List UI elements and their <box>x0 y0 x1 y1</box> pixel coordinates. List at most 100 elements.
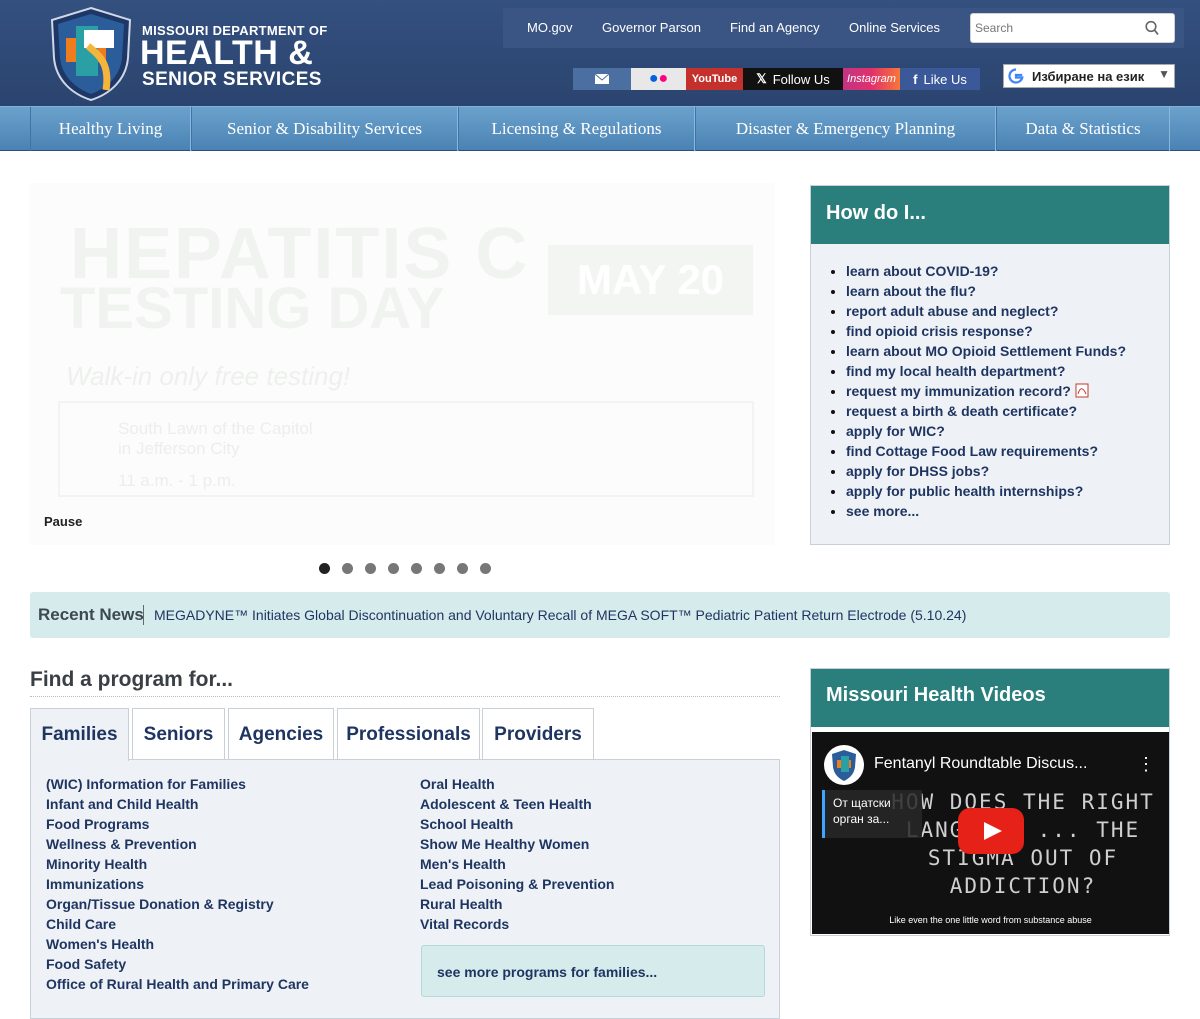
howdo-item-jobs[interactable]: apply for DHSS jobs? <box>846 461 1126 481</box>
link-mo-gov[interactable]: MO.gov <box>527 20 573 35</box>
program-link[interactable]: Lead Poisoning & Prevention <box>420 874 614 894</box>
slider-dot[interactable] <box>388 563 399 574</box>
program-link[interactable]: Immunizations <box>46 874 309 894</box>
tab-seniors[interactable]: Seniors <box>132 708 225 760</box>
howdo-item-local-health[interactable]: find my local health department? <box>846 361 1126 381</box>
howdo-item-immunization[interactable]: request my immunization record? <box>846 381 1126 401</box>
howdo-item-covid[interactable]: learn about COVID-19? <box>846 261 1126 281</box>
howdo-item-see-more[interactable]: see more... <box>846 501 1126 521</box>
nav-data-statistics[interactable]: Data & Statistics <box>996 107 1170 151</box>
health-videos-panel: Missouri Health Videos HOW DOES THE RIGH… <box>810 668 1170 936</box>
youtube-icon[interactable]: YouTube <box>686 68 743 90</box>
program-link[interactable]: (WIC) Information for Families <box>46 774 309 794</box>
howdo-item-opioid[interactable]: find opioid crisis response? <box>846 321 1126 341</box>
slide-location: South Lawn of the Capitol in Jefferson C… <box>118 419 313 459</box>
slide-time: 11 a.m. - 1 p.m. <box>118 471 236 490</box>
link-governor[interactable]: Governor Parson <box>602 20 701 35</box>
language-select-label: Избиране на език <box>1032 69 1145 84</box>
site-header: MISSOURI DEPARTMENT OF HEALTH & SENIOR S… <box>0 0 1200 106</box>
howdo-item-settlement[interactable]: learn about MO Opioid Settlement Funds? <box>846 341 1126 361</box>
facebook-like-label: Like Us <box>923 71 967 87</box>
slider-pause-button[interactable]: Pause <box>44 514 82 529</box>
tab-agencies[interactable]: Agencies <box>228 708 334 760</box>
families-tab-panel: (WIC) Information for Families Infant and… <box>30 759 780 1019</box>
language-select[interactable]: Избиране на език ▼ <box>1003 64 1175 88</box>
x-logo-icon: 𝕏 <box>756 71 767 86</box>
howdo-item-abuse[interactable]: report adult abuse and neglect? <box>846 301 1126 321</box>
program-link[interactable]: Food Programs <box>46 814 309 834</box>
program-link[interactable]: School Health <box>420 814 614 834</box>
slider-dot[interactable] <box>411 563 422 574</box>
video-player[interactable]: HOW DOES THE RIGHT LANGUAGE ... THE STIG… <box>812 732 1169 934</box>
search-input[interactable] <box>975 18 1135 38</box>
program-link[interactable]: Adolescent & Teen Health <box>420 794 614 814</box>
video-info-card[interactable]: От щатски орган за... <box>822 790 922 838</box>
logo-line-2: HEALTH & <box>140 34 314 72</box>
nav-licensing[interactable]: Licensing & Regulations <box>458 107 695 151</box>
slide-location-1: South Lawn of the Capitol <box>118 419 313 438</box>
main-nav: Healthy Living Senior & Disability Servi… <box>0 106 1200 151</box>
flickr-icon[interactable]: ● ● <box>631 68 686 90</box>
slide-heading-2: TESTING DAY <box>60 276 445 341</box>
program-link[interactable]: Oral Health <box>420 774 614 794</box>
program-link[interactable]: Vital Records <box>420 914 614 934</box>
shield-logo-icon <box>50 6 132 102</box>
slider-dot[interactable] <box>434 563 445 574</box>
instagram-icon[interactable]: Instagram <box>843 68 900 90</box>
recent-news-label: Recent News <box>38 605 144 624</box>
tab-professionals[interactable]: Professionals <box>337 708 480 760</box>
nav-healthy-living[interactable]: Healthy Living <box>30 107 191 151</box>
program-link[interactable]: Show Me Healthy Women <box>420 834 614 854</box>
howdo-item-certificate[interactable]: request a birth & death certificate? <box>846 401 1126 421</box>
program-list-col1: (WIC) Information for Families Infant and… <box>46 774 309 994</box>
slide-subtitle: Walk-in only free testing! <box>66 361 351 391</box>
howdo-item-flu[interactable]: learn about the flu? <box>846 281 1126 301</box>
program-link[interactable]: Rural Health <box>420 894 614 914</box>
nav-disaster[interactable]: Disaster & Emergency Planning <box>695 107 996 151</box>
program-link[interactable]: Office of Rural Health and Primary Care <box>46 974 309 994</box>
slider-dot[interactable] <box>342 563 353 574</box>
slider-dot[interactable] <box>365 563 376 574</box>
slide-location-2: in Jefferson City <box>118 439 240 458</box>
program-link[interactable]: Men's Health <box>420 854 614 874</box>
program-link[interactable]: Organ/Tissue Donation & Registry <box>46 894 309 914</box>
logo-line-3: SENIOR SERVICES <box>142 69 322 90</box>
news-divider <box>143 605 144 625</box>
google-g-icon <box>1008 68 1024 84</box>
search-icon[interactable] <box>1144 20 1160 36</box>
find-program-divider <box>30 696 780 697</box>
program-link[interactable]: Wellness & Prevention <box>46 834 309 854</box>
facebook-icon: f <box>913 71 918 87</box>
facebook-like-button[interactable]: f Like Us <box>900 68 980 90</box>
nav-senior-disability[interactable]: Senior & Disability Services <box>191 107 458 151</box>
link-online-services[interactable]: Online Services <box>849 20 940 35</box>
howdo-item-immunization-label: request my immunization record? <box>846 383 1071 399</box>
news-headline-link[interactable]: MEGADYNE™ Initiates Global Discontinuati… <box>154 607 966 623</box>
link-find-agency[interactable]: Find an Agency <box>730 20 820 35</box>
dhss-logo[interactable]: MISSOURI DEPARTMENT OF HEALTH & SENIOR S… <box>48 6 348 102</box>
howdo-item-wic[interactable]: apply for WIC? <box>846 421 1126 441</box>
howdo-item-internships[interactable]: apply for public health internships? <box>846 481 1126 501</box>
tab-providers[interactable]: Providers <box>482 708 594 760</box>
video-menu-icon[interactable]: ⋮ <box>1137 754 1155 775</box>
email-signup-icon[interactable] <box>573 68 631 90</box>
hero-slider[interactable]: HEPATITIS C TESTING DAY MAY 20 Walk-in o… <box>30 183 775 545</box>
see-more-programs-button[interactable]: see more programs for families... <box>421 945 765 997</box>
slide-date: MAY 20 <box>548 245 753 315</box>
tab-families[interactable]: Families <box>30 708 129 761</box>
slider-dot[interactable] <box>480 563 491 574</box>
slider-dot[interactable] <box>457 563 468 574</box>
program-link[interactable]: Minority Health <box>46 854 309 874</box>
program-link[interactable]: Food Safety <box>46 954 309 974</box>
recent-news-bar: Recent News MEGADYNE™ Initiates Global D… <box>30 592 1170 638</box>
howdo-item-cottage-food[interactable]: find Cottage Food Law requirements? <box>846 441 1126 461</box>
program-link[interactable]: Infant and Child Health <box>46 794 309 814</box>
video-title[interactable]: Fentanyl Roundtable Discus... <box>874 755 1087 773</box>
x-follow-button[interactable]: 𝕏 Follow Us <box>743 68 843 90</box>
program-link[interactable]: Women's Health <box>46 934 309 954</box>
slider-dot[interactable] <box>319 563 330 574</box>
play-button-icon[interactable] <box>958 808 1024 854</box>
how-do-i-list: learn about COVID-19? learn about the fl… <box>846 261 1126 521</box>
channel-avatar[interactable] <box>824 745 864 785</box>
program-link[interactable]: Child Care <box>46 914 309 934</box>
